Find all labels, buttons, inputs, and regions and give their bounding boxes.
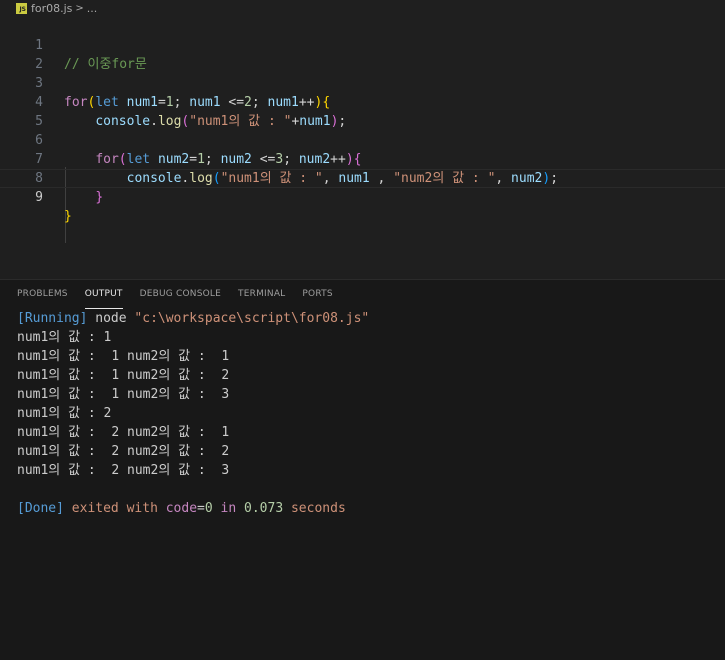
- breadcrumb-symbols[interactable]: ...: [87, 2, 98, 15]
- breadcrumb-file[interactable]: for08.js: [31, 2, 72, 15]
- line-number: 9: [35, 190, 43, 205]
- done-text: exited: [63, 501, 127, 516]
- output-line: num1의 값 : 1: [17, 330, 112, 345]
- output-line: num1의 값 : 1 num2의 값 : 1: [17, 349, 230, 364]
- bottom-panel: PROBLEMS OUTPUT DEBUG CONSOLE TERMINAL P…: [0, 279, 725, 660]
- done-with: with: [126, 501, 158, 516]
- brace-close: }: [95, 190, 104, 205]
- code-line-5[interactable]: 5: [0, 93, 725, 129]
- code-line-9[interactable]: 9 }: [0, 169, 725, 224]
- code-line-1[interactable]: 1 // 이중for문: [0, 17, 725, 72]
- code-line-6[interactable]: 6 for(let num2=1; num2 <=3; num2++){: [0, 112, 725, 167]
- done-eq: =: [197, 501, 205, 516]
- output-line: num1의 값 : 2 num2의 값 : 3: [17, 463, 230, 478]
- done-tag: [Done]: [17, 501, 64, 516]
- code-editor[interactable]: 1 // 이중for문 2 3 for(let num1=1; num1 <=2…: [0, 17, 725, 243]
- output-line: num1의 값 : 1 num2의 값 : 3: [17, 387, 230, 402]
- done-seconds: seconds: [283, 501, 346, 516]
- tab-output[interactable]: OUTPUT: [84, 289, 123, 309]
- output-log[interactable]: [Running] node "c:\workspace\script\for0…: [17, 309, 369, 518]
- brace-close: }: [64, 209, 72, 224]
- output-line: num1의 값 : 1 num2의 값 : 2: [17, 368, 230, 383]
- code-line-3[interactable]: 3 for(let num1=1; num1 <=2; num1++){: [0, 55, 725, 110]
- running-line: [Running] node "c:\workspace\script\for0…: [17, 309, 369, 328]
- done-in: in: [220, 501, 237, 516]
- done-space: [158, 501, 166, 516]
- done-line: [Done] exited with code=0 in 0.073 secon…: [17, 499, 369, 518]
- tab-debug-console[interactable]: DEBUG CONSOLE: [140, 289, 221, 309]
- tab-terminal[interactable]: TERMINAL: [238, 289, 285, 309]
- done-space: [213, 501, 221, 516]
- run-command: node: [87, 311, 135, 326]
- done-code: code: [165, 501, 198, 516]
- code-line-7[interactable]: 7 console.log("num1의 값 : ", num1 , "num2…: [0, 131, 725, 186]
- panel-tabs: PROBLEMS OUTPUT DEBUG CONSOLE TERMINAL P…: [0, 289, 333, 309]
- output-line: num1의 값 : 2: [17, 406, 112, 421]
- code-line-8[interactable]: 8 }: [0, 150, 725, 205]
- run-path: "c:\workspace\script\for08.js": [134, 311, 370, 326]
- tab-ports[interactable]: PORTS: [302, 289, 332, 309]
- chevron-right-icon: >: [75, 3, 84, 14]
- running-tag: [Running]: [17, 311, 88, 326]
- javascript-file-icon: JS: [16, 3, 27, 14]
- breadcrumb: JS for08.js > ...: [0, 0, 725, 17]
- output-line: num1의 값 : 2 num2의 값 : 2: [17, 444, 230, 459]
- elapsed-time: 0.073: [244, 501, 284, 516]
- code-line-2[interactable]: 2: [0, 36, 725, 72]
- exit-code: 0: [204, 501, 213, 516]
- output-line: num1의 값 : 2 num2의 값 : 1: [17, 425, 230, 440]
- done-space: [236, 501, 244, 516]
- tab-problems[interactable]: PROBLEMS: [17, 289, 68, 309]
- code-line-4[interactable]: 4 console.log("num1의 값 : "+num1);: [0, 74, 725, 129]
